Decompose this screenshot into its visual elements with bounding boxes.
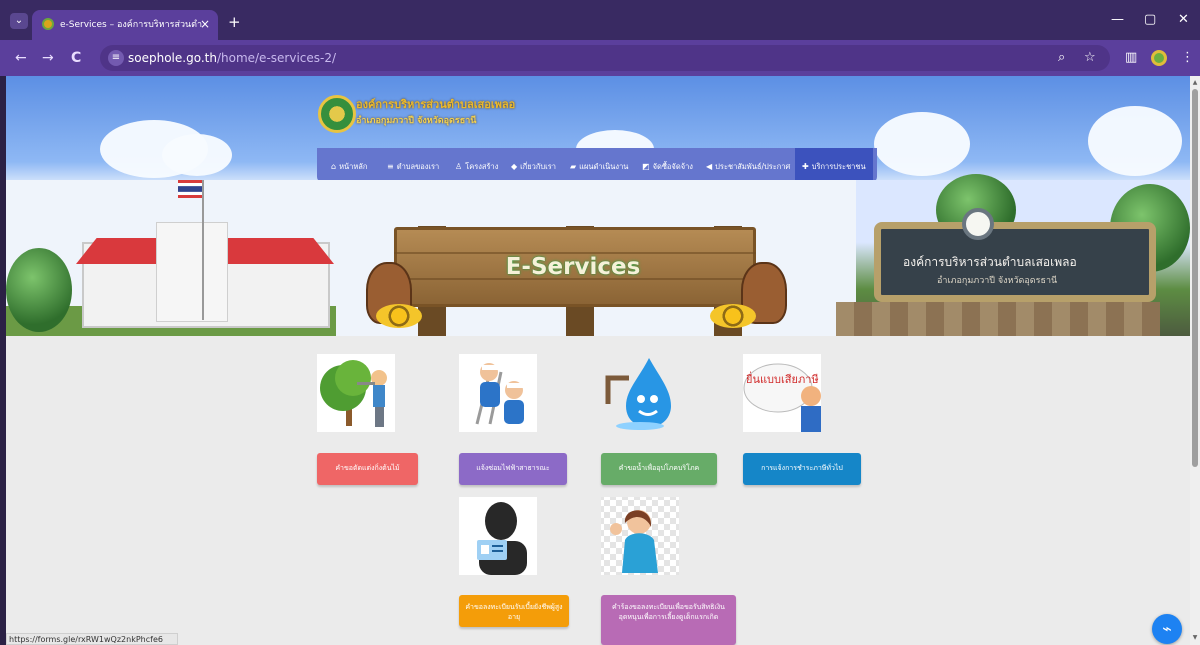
back-icon[interactable]: ← xyxy=(15,50,27,66)
nav-announcements-label: ประชาสัมพันธ์/ประกาศ xyxy=(715,162,791,171)
nav-procurement-label: จัดซื้อจัดจ้าง xyxy=(652,162,693,171)
site-favicon-icon xyxy=(42,18,54,30)
hover-link-status: https://forms.gle/rxRW1wQz2nkPhcfe6 xyxy=(6,633,178,645)
cloud-icon xyxy=(1088,106,1182,176)
cloud-icon xyxy=(874,112,970,176)
sign-organization-name: องค์การบริหารส่วนตำบลเสอเพลอ xyxy=(903,255,1077,269)
tab-list-button[interactable]: ⌄ xyxy=(10,13,28,29)
tax-filing-image[interactable]: ยื่นแบบเสียภาษี xyxy=(743,354,821,432)
thai-flag-icon xyxy=(178,180,202,198)
megaphone-icon: ◀ xyxy=(706,162,713,171)
browser-menu-icon[interactable]: ⋮ xyxy=(1181,50,1194,66)
streetlight-repair-service-button[interactable]: แจ้งซ่อมไฟฟ้าสาธารณะ xyxy=(459,453,567,485)
nav-our-subdistrict[interactable]: ≡ ตำบลของเรา xyxy=(387,160,439,174)
nav-announcements[interactable]: ◀ ประชาสัมพันธ์/ประกาศ xyxy=(706,160,790,174)
tree-trimming-image[interactable] xyxy=(317,354,395,432)
sunflower-icon xyxy=(710,304,756,328)
forward-icon[interactable]: → xyxy=(42,50,54,66)
newborn-support-service-button[interactable]: คำร้องขอลงทะเบียนเพื่อขอรับสิทธิเงินอุดห… xyxy=(601,595,736,645)
profile-avatar-icon[interactable] xyxy=(1151,50,1167,66)
scroll-down-icon[interactable]: ▼ xyxy=(1192,635,1198,641)
zoom-icon[interactable]: ⌕ xyxy=(1058,50,1065,66)
sign-seal-icon xyxy=(962,208,994,240)
sign-location: อำเภอกุมภวาปี จังหวัดอุดรธานี xyxy=(937,276,1058,286)
water-request-service-button[interactable]: คำขอน้ำเพื่ออุปโภคบริโภค xyxy=(601,453,717,485)
tab-close-icon[interactable]: × xyxy=(200,16,210,32)
reload-icon[interactable]: C xyxy=(71,50,81,66)
organization-name: องค์การบริหารส่วนตำบลเสอเพลอ xyxy=(356,98,516,111)
restore-window-icon[interactable]: ▢ xyxy=(1144,12,1156,27)
nav-public-services-label: บริการประชาชน xyxy=(811,162,866,171)
tax-payment-notice-button[interactable]: การแจ้งการชำระภาษีทั่วไป xyxy=(743,453,861,485)
tab-strip: ⌄ e-Services – องค์การบริหารส่วนตำบ × + … xyxy=(0,0,1200,40)
address-bar[interactable]: ≡ soephole.go.th/home/e-services-2/ ⌕ ☆ xyxy=(100,45,1110,71)
close-window-icon[interactable]: ✕ xyxy=(1178,12,1189,27)
browser-window: ⌄ e-Services – องค์การบริหารส่วนตำบ × + … xyxy=(0,0,1200,645)
elderly-allowance-service-button[interactable]: คำขอลงทะเบียนรับเบี้ยยังชีพผู้สูงอายุ xyxy=(459,595,569,627)
tree-trimming-service-button[interactable]: คำขอตัดแต่งกิ่งต้นไม้ xyxy=(317,453,418,485)
hero-banner: องค์การบริหารส่วนตำบลเสอเพลอ อำเภอกุมภวา… xyxy=(6,76,1190,336)
bookmark-star-icon[interactable]: ☆ xyxy=(1084,50,1096,66)
nav-our-subdistrict-label: ตำบลของเรา xyxy=(396,162,440,171)
page-scrollbar[interactable]: ▲ ▼ xyxy=(1190,76,1200,645)
nav-procurement[interactable]: ◩ จัดซื้อจัดจ้าง xyxy=(642,160,693,174)
tax-image-text: ยื่นแบบเสียภาษี xyxy=(746,371,819,386)
side-panel-icon[interactable]: ▥ xyxy=(1125,50,1137,66)
plus-icon: ✚ xyxy=(802,162,809,171)
flag-pole-image xyxy=(202,180,204,320)
newborn-support-image[interactable] xyxy=(601,497,679,575)
nav-structure-label: โครงสร้าง xyxy=(465,162,499,171)
book-icon: ▰ xyxy=(570,162,577,171)
minimize-window-icon[interactable]: — xyxy=(1111,12,1124,27)
organization-location: อำเภอกุมภวาปี จังหวัดอุดรธานี xyxy=(356,116,477,126)
scroll-up-icon[interactable]: ▲ xyxy=(1192,80,1198,86)
messenger-chat-icon[interactable]: ⌁ xyxy=(1152,614,1182,644)
elderly-allowance-image[interactable] xyxy=(459,497,537,575)
e-services-title: E-Services xyxy=(505,254,641,280)
diamond-icon: ◆ xyxy=(511,162,518,171)
address-toolbar: ← → C ≡ soephole.go.th/home/e-services-2… xyxy=(0,40,1200,76)
url-path: /home/e-services-2/ xyxy=(216,51,337,65)
electrician-image[interactable] xyxy=(459,354,537,432)
tab-title: e-Services – องค์การบริหารส่วนตำบ xyxy=(60,20,202,30)
sunflower-icon xyxy=(376,304,422,328)
url-domain: soephole.go.th xyxy=(128,51,217,65)
tree-icon xyxy=(6,248,72,332)
scroll-thumb[interactable] xyxy=(1192,89,1198,467)
cloud-icon xyxy=(162,134,232,176)
nav-public-services[interactable]: ✚ บริการประชาชน xyxy=(795,148,873,182)
list-icon: ≡ xyxy=(387,162,394,171)
nav-about-us[interactable]: ◆ เกี่ยวกับเรา xyxy=(511,160,556,174)
person-icon: ♙ xyxy=(455,162,463,171)
nav-home[interactable]: ⌂ หน้าหลัก xyxy=(331,160,367,174)
nav-about-us-label: เกี่ยวกับเรา xyxy=(520,162,556,171)
site-info-icon[interactable]: ≡ xyxy=(108,50,124,66)
nav-structure[interactable]: ♙ โครงสร้าง xyxy=(455,160,498,174)
new-tab-icon[interactable]: + xyxy=(228,15,241,30)
organization-logo-icon xyxy=(318,95,356,133)
active-tab[interactable]: e-Services – องค์การบริหารส่วนตำบ × xyxy=(32,10,218,40)
building-tower-image xyxy=(156,222,228,322)
nav-work-plan[interactable]: ▰ แผนดำเนินงาน xyxy=(570,160,628,174)
nav-home-label: หน้าหลัก xyxy=(339,162,368,171)
services-grid: ยื่นแบบเสียภาษี คำขอตัดแต่งกิ่งต้นไม้ แจ… xyxy=(6,336,1190,645)
document-icon: ◩ xyxy=(642,162,650,171)
main-navigation: ⌂ หน้าหลัก ≡ ตำบลของเรา ♙ โครงสร้าง ◆ เกี่ยว… xyxy=(317,148,877,182)
nav-work-plan-label: แผนดำเนินงาน xyxy=(579,162,629,171)
url-text[interactable]: soephole.go.th/home/e-services-2/ xyxy=(128,49,336,67)
stone-wall-image xyxy=(836,302,1160,336)
home-icon: ⌂ xyxy=(331,162,337,171)
web-page: องค์การบริหารส่วนตำบลเสอเพลอ อำเภอกุมภวา… xyxy=(6,76,1190,645)
water-droplet-image[interactable] xyxy=(601,354,679,432)
